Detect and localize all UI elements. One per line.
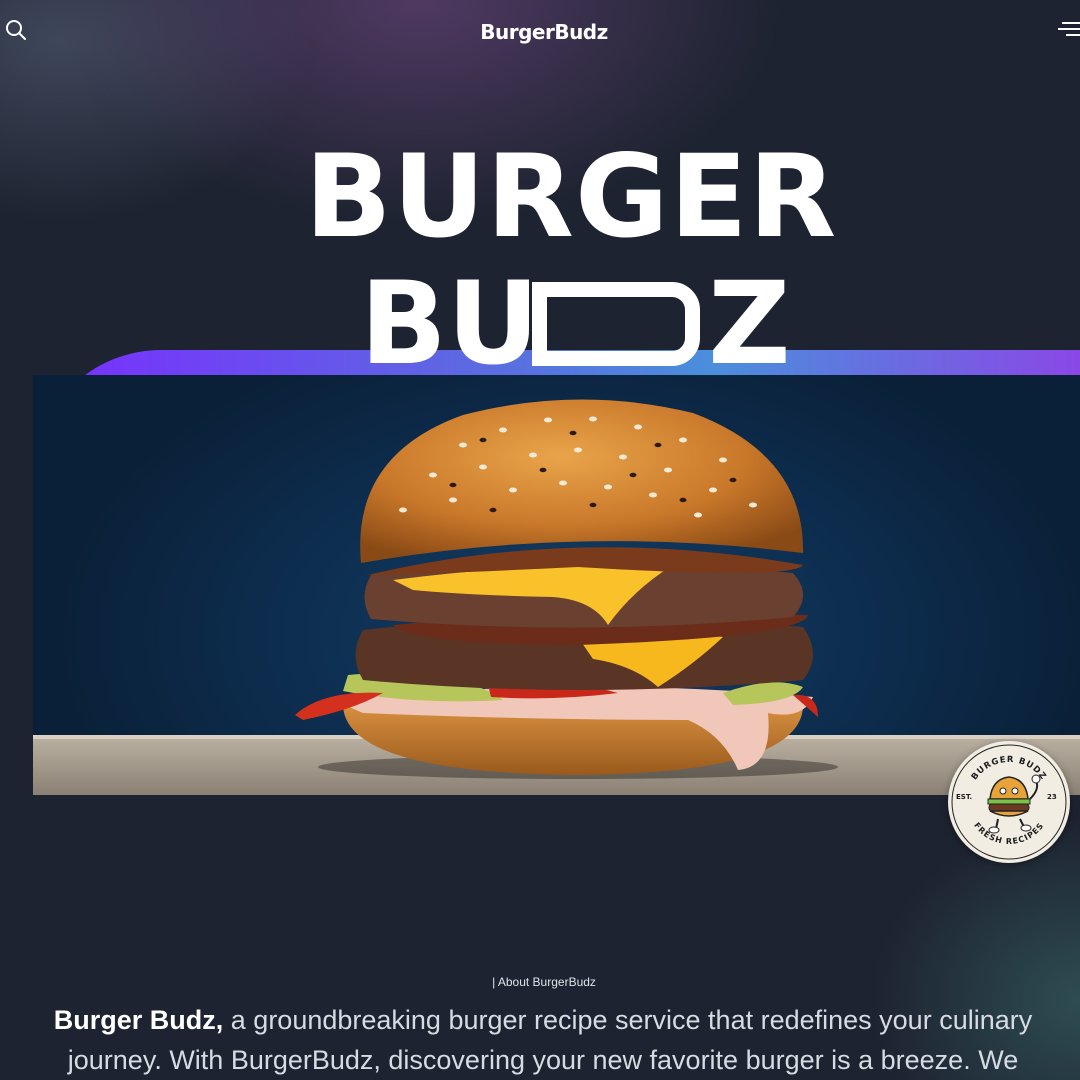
hero-title-prefix: BU [360,257,540,390]
burger-budz-badge: BURGER BUDZ FRESH RECIPES EST. 23 [948,741,1070,863]
about-section-label: | About BurgerBudz [492,975,596,989]
menu-button[interactable] [1058,20,1080,40]
badge-right-text: 23 [1047,793,1057,801]
about-lead: Burger Budz, [53,1005,224,1035]
top-navbar: BurgerBudz [0,0,1080,64]
hamburger-menu-icon [1058,22,1080,36]
badge-emblem: BURGER BUDZ FRESH RECIPES EST. 23 [951,744,1067,860]
hero-title-line-1: BURGER [304,130,838,263]
about-paragraph: Burger Budz, a groundbreaking burger rec… [20,1000,1066,1080]
hero-burger-image [33,375,1080,795]
hero-title-d-shape [532,282,700,366]
burger-illustration [33,399,1080,795]
brand-logo-text[interactable]: BurgerBudz [0,20,1080,44]
badge-left-text: EST. [956,793,972,801]
hero-title-suffix: Z [708,257,791,390]
